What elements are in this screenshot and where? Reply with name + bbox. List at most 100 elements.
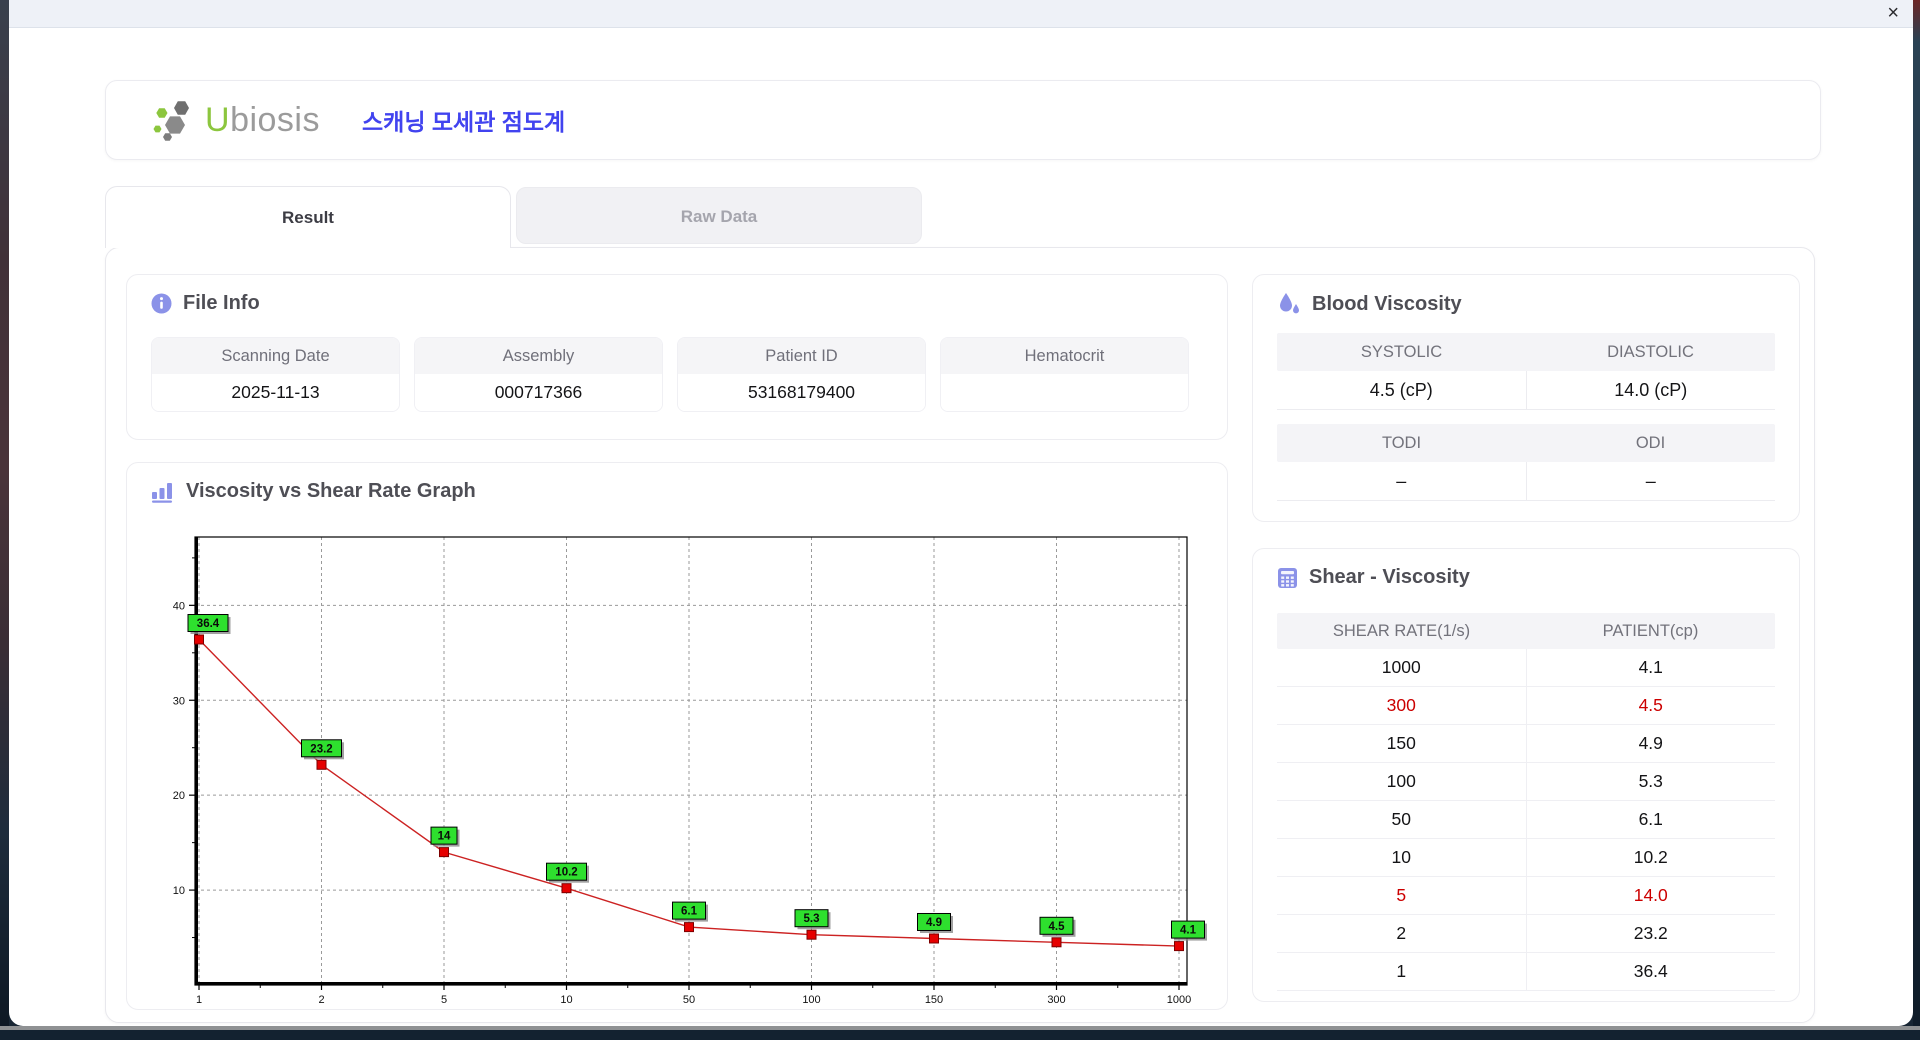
svg-text:6.1: 6.1 xyxy=(681,906,698,918)
file-info-card: File Info Scanning Date 2025-11-13 Assem… xyxy=(126,274,1228,440)
svg-text:30: 30 xyxy=(173,695,185,707)
graph-title: Viscosity vs Shear Rate Graph xyxy=(186,480,476,502)
brand-accent-letter: U xyxy=(205,100,231,139)
table-header-row: SYSTOLIC DIASTOLIC xyxy=(1277,333,1775,371)
result-tab-panel: File Info Scanning Date 2025-11-13 Assem… xyxy=(105,247,1815,1023)
svg-text:14: 14 xyxy=(438,831,451,843)
shear-rate-header: SHEAR RATE(1/s) xyxy=(1332,622,1471,640)
svg-text:50: 50 xyxy=(683,994,695,1006)
field-label: Assembly xyxy=(415,338,662,374)
file-info-title: File Info xyxy=(183,292,260,314)
table-header-row: SHEAR RATE(1/s) PATIENT(cp) xyxy=(1277,613,1775,649)
close-icon[interactable]: × xyxy=(1887,2,1899,25)
blood-viscosity-card: Blood Viscosity SYSTOLIC DIASTOLIC 4.5 (… xyxy=(1252,274,1800,522)
svg-text:4.9: 4.9 xyxy=(926,917,942,929)
svg-text:23.2: 23.2 xyxy=(310,743,332,755)
svg-text:36.4: 36.4 xyxy=(197,618,220,630)
field-hematocrit: Hematocrit xyxy=(940,337,1189,412)
desktop-edge-left xyxy=(0,0,9,1040)
blood-viscosity-title: Blood Viscosity xyxy=(1312,292,1462,315)
brand-wordmark: Ubiosis xyxy=(205,101,320,140)
shear-viscosity-table: SHEAR RATE(1/s) PATIENT(cp) 1000 4.1 300 4.… xyxy=(1277,613,1775,991)
svg-text:10.2: 10.2 xyxy=(555,867,577,879)
table-value-row: – – xyxy=(1277,462,1775,501)
field-label: Patient ID xyxy=(678,338,925,374)
patient-viscosity-cell: 4.9 xyxy=(1525,725,1776,762)
shear-rate-cell: 10 xyxy=(1391,847,1411,867)
field-scanning-date: Scanning Date 2025-11-13 xyxy=(151,337,400,412)
svg-text:10: 10 xyxy=(560,994,572,1006)
field-value: 2025-11-13 xyxy=(152,374,399,411)
patient-viscosity-cell: 36.4 xyxy=(1525,953,1776,990)
app-window: Ubiosis 스캐닝 모세관 점도계 Result Raw Data File… xyxy=(9,28,1913,1026)
diastolic-value: 14.0 (cP) xyxy=(1525,371,1776,409)
tab-bar: Result Raw Data xyxy=(105,186,922,248)
table-row: 1000 4.1 xyxy=(1277,649,1775,687)
todi-value: – xyxy=(1396,471,1407,491)
svg-text:5.3: 5.3 xyxy=(804,913,820,925)
shear-viscosity-title-row: Shear - Viscosity xyxy=(1277,566,1470,589)
shear-rate-cell: 150 xyxy=(1386,733,1416,753)
table-row: 50 6.1 xyxy=(1277,801,1775,839)
shear-table-body: 1000 4.1 300 4.5 150 4.9 100 5.3 50 6.1 10 10.2 5 14.… xyxy=(1277,649,1775,991)
svg-text:300: 300 xyxy=(1047,994,1065,1006)
app-title-korean: 스캐닝 모세관 점도계 xyxy=(362,109,566,135)
table-row: 10 10.2 xyxy=(1277,839,1775,877)
table-row: 150 4.9 xyxy=(1277,725,1775,763)
svg-text:40: 40 xyxy=(173,600,185,612)
shear-rate-cell: 2 xyxy=(1396,923,1407,943)
patient-viscosity-cell: 4.1 xyxy=(1525,649,1776,686)
info-icon xyxy=(151,293,172,314)
diastolic-header: DIASTOLIC xyxy=(1607,343,1694,361)
svg-text:1000: 1000 xyxy=(1167,994,1191,1006)
patient-viscosity-cell: 10.2 xyxy=(1525,839,1776,876)
shear-viscosity-title: Shear - Viscosity xyxy=(1309,566,1470,588)
patient-viscosity-cell: 6.1 xyxy=(1525,801,1776,838)
svg-text:150: 150 xyxy=(925,994,943,1006)
table-row: 5 14.0 xyxy=(1277,877,1775,915)
calculator-icon xyxy=(1278,567,1297,588)
field-label: Hematocrit xyxy=(941,338,1188,374)
desktop-edge-right xyxy=(1913,0,1920,1040)
file-info-title-row: File Info xyxy=(151,292,260,315)
brand-rest: biosis xyxy=(230,100,320,139)
table-value-row: 4.5 (cP) 14.0 (cP) xyxy=(1277,371,1775,410)
odi-value: – xyxy=(1525,462,1776,500)
tab-raw-data[interactable]: Raw Data xyxy=(516,187,922,244)
table-row: 300 4.5 xyxy=(1277,687,1775,725)
window-titlebar: × xyxy=(9,0,1913,28)
ubiosis-logo-icon xyxy=(153,101,189,141)
bar-chart-icon xyxy=(152,482,172,503)
file-info-fields: Scanning Date 2025-11-13 Assembly 000717… xyxy=(151,337,1189,412)
shear-rate-cell: 5 xyxy=(1396,885,1407,905)
svg-text:1: 1 xyxy=(196,994,202,1006)
patient-viscosity-cell: 14.0 xyxy=(1525,877,1776,914)
viscosity-vs-shear-rate-chart: 10 20 30 40 1 2 5 10 50 100 150 300 1000 36.4 23.2 14 10… xyxy=(173,536,1207,1006)
patient-viscosity-cell: 23.2 xyxy=(1525,915,1776,952)
svg-text:10: 10 xyxy=(173,885,185,897)
svg-text:100: 100 xyxy=(802,994,820,1006)
svg-text:2: 2 xyxy=(318,994,324,1006)
header-card: Ubiosis 스캐닝 모세관 점도계 xyxy=(105,80,1821,160)
blood-drops-icon xyxy=(1280,293,1299,314)
shear-rate-cell: 300 xyxy=(1386,695,1416,715)
blood-viscosity-title-row: Blood Viscosity xyxy=(1277,292,1462,316)
todi-header: TODI xyxy=(1381,434,1422,452)
table-header-row: TODI ODI xyxy=(1277,424,1775,462)
svg-text:4.1: 4.1 xyxy=(1180,925,1197,937)
table-row: 1 36.4 xyxy=(1277,953,1775,991)
shear-rate-cell: 1000 xyxy=(1381,657,1421,677)
field-value: 000717366 xyxy=(415,374,662,411)
field-assembly: Assembly 000717366 xyxy=(414,337,663,412)
blood-viscosity-table: SYSTOLIC DIASTOLIC 4.5 (cP) 14.0 (cP) TO… xyxy=(1277,333,1775,501)
systolic-header: SYSTOLIC xyxy=(1360,343,1443,361)
patient-header: PATIENT(cp) xyxy=(1602,622,1699,640)
field-value: 53168179400 xyxy=(678,374,925,411)
tab-result[interactable]: Result xyxy=(105,186,511,248)
viscosity-graph-card: Viscosity vs Shear Rate Graph 10 20 30 40 1 2… xyxy=(126,462,1228,1010)
svg-text:4.5: 4.5 xyxy=(1049,921,1066,933)
ubiosis-logo: Ubiosis xyxy=(150,98,320,142)
field-value xyxy=(941,374,1188,411)
graph-title-row: Viscosity vs Shear Rate Graph xyxy=(151,480,476,503)
table-gap xyxy=(1277,410,1775,424)
